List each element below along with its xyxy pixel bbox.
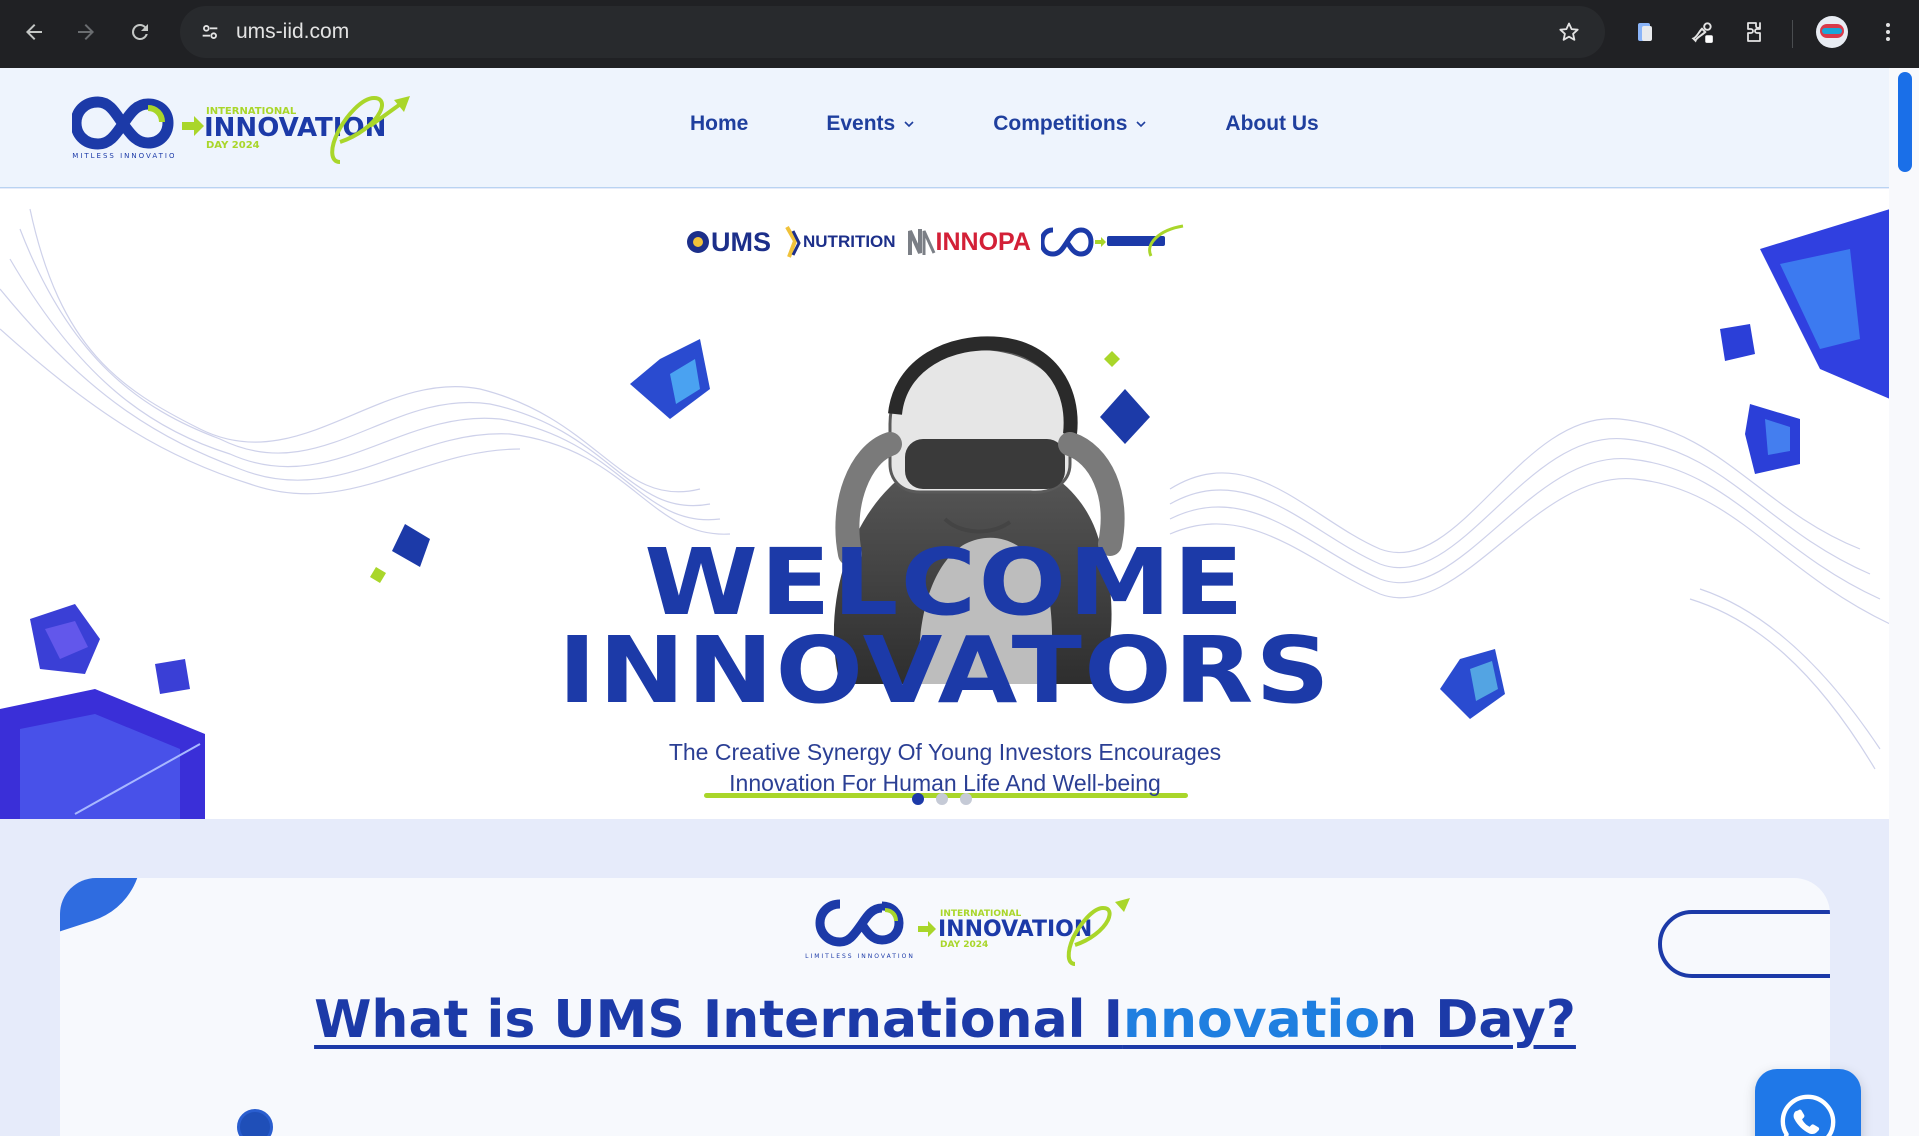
extension-google-docs-icon[interactable]	[1625, 12, 1665, 52]
nav-home-label: Home	[690, 112, 749, 135]
profile-avatar[interactable]	[1816, 16, 1848, 48]
chevron-down-icon	[904, 121, 914, 128]
url-text[interactable]: ums-iid.com	[236, 20, 349, 44]
whatsapp-icon	[1780, 1094, 1836, 1136]
ums-seal-icon	[687, 231, 709, 253]
browser-toolbar: ums-iid.com	[0, 0, 1919, 68]
iid-small-logo	[1040, 224, 1184, 257]
page-viewport: LIMITLESS INNOVATION INTERNATIONAL INNOV…	[0, 68, 1919, 1136]
slider-pagination	[912, 793, 984, 805]
bookmark-star-icon[interactable]	[1551, 14, 1587, 50]
site-info-icon[interactable]	[188, 10, 232, 54]
nav-competitions-label: Competitions	[993, 112, 1128, 135]
main-nav: Home Events Competitions About Us	[690, 112, 1397, 136]
partner-logos: UMS NUTRITION INNOPA	[685, 219, 1205, 265]
more-menu-icon[interactable]	[1868, 12, 1908, 52]
hero-headline-innovators: INNOVATORS	[558, 617, 1332, 724]
hero-slider: UMS NUTRITION INNOPA WELCOME INNOVATORS …	[0, 189, 1890, 819]
chevron-down-icon	[1136, 121, 1146, 128]
arrow-left-icon	[26, 24, 42, 40]
reload-icon	[132, 23, 148, 40]
whatsapp-chat-button[interactable]	[1755, 1069, 1861, 1136]
scrollbar-thumb[interactable]	[1898, 72, 1912, 172]
nav-home[interactable]: Home	[690, 112, 748, 136]
ums-logo: UMS	[685, 227, 771, 258]
svg-text:INNOVATION: INNOVATION	[204, 113, 386, 143]
svg-text:DAY 2024: DAY 2024	[206, 140, 260, 151]
forward-button[interactable]	[66, 12, 106, 52]
page-scrollbar[interactable]	[1889, 68, 1919, 1136]
corner-decoration	[60, 878, 160, 934]
extension-puzzle-brush-icon[interactable]	[1682, 12, 1722, 52]
back-button[interactable]	[14, 12, 54, 52]
svg-text:DAY 2024: DAY 2024	[940, 940, 988, 950]
arrow-right-icon	[78, 24, 94, 40]
nutrition-community-logo: NUTRITION	[781, 225, 896, 259]
svg-text:LIMITLESS INNOVATION: LIMITLESS INNOVATION	[72, 152, 174, 160]
svg-text:INNOVATION: INNOVATION	[938, 917, 1092, 942]
nav-about-us[interactable]: About Us	[1225, 112, 1318, 136]
site-header: LIMITLESS INNOVATION INTERNATIONAL INNOV…	[0, 68, 1890, 188]
nav-events[interactable]: Events	[826, 112, 915, 136]
about-iid-logo: LIMITLESS INNOVATION INTERNATIONAL INNOV…	[805, 898, 1130, 966]
nutrition-leaf-icon	[785, 226, 801, 258]
innopa-mark-icon	[907, 229, 935, 255]
infinity-logo[interactable]: LIMITLESS INNOVATION	[72, 88, 174, 168]
hero-tagline-line1: The Creative Synergy Of Young Investors …	[668, 739, 1222, 765]
toolbar-divider	[1792, 20, 1793, 48]
slider-dot[interactable]	[936, 793, 948, 805]
innovation-day-logo[interactable]: INTERNATIONAL INNOVATION DAY 2024	[180, 92, 415, 166]
extensions-puzzle-icon[interactable]	[1735, 12, 1775, 52]
pill-decoration	[1658, 910, 1830, 978]
slider-dot[interactable]	[912, 793, 924, 805]
nav-about-label: About Us	[1225, 112, 1319, 135]
svg-text:LIMITLESS INNOVATION: LIMITLESS INNOVATION	[805, 953, 915, 960]
nav-competitions[interactable]: Competitions	[993, 112, 1147, 136]
about-section-card: LIMITLESS INNOVATION INTERNATIONAL INNOV…	[60, 878, 1830, 1136]
reload-button[interactable]	[120, 12, 160, 52]
slider-dot[interactable]	[960, 793, 972, 805]
innopa-logo: INNOPA	[906, 225, 1031, 259]
nav-events-label: Events	[826, 112, 896, 135]
about-section-title[interactable]: What is UMS International Innovation Day…	[60, 990, 1830, 1050]
address-bar[interactable]: ums-iid.com	[180, 6, 1605, 58]
